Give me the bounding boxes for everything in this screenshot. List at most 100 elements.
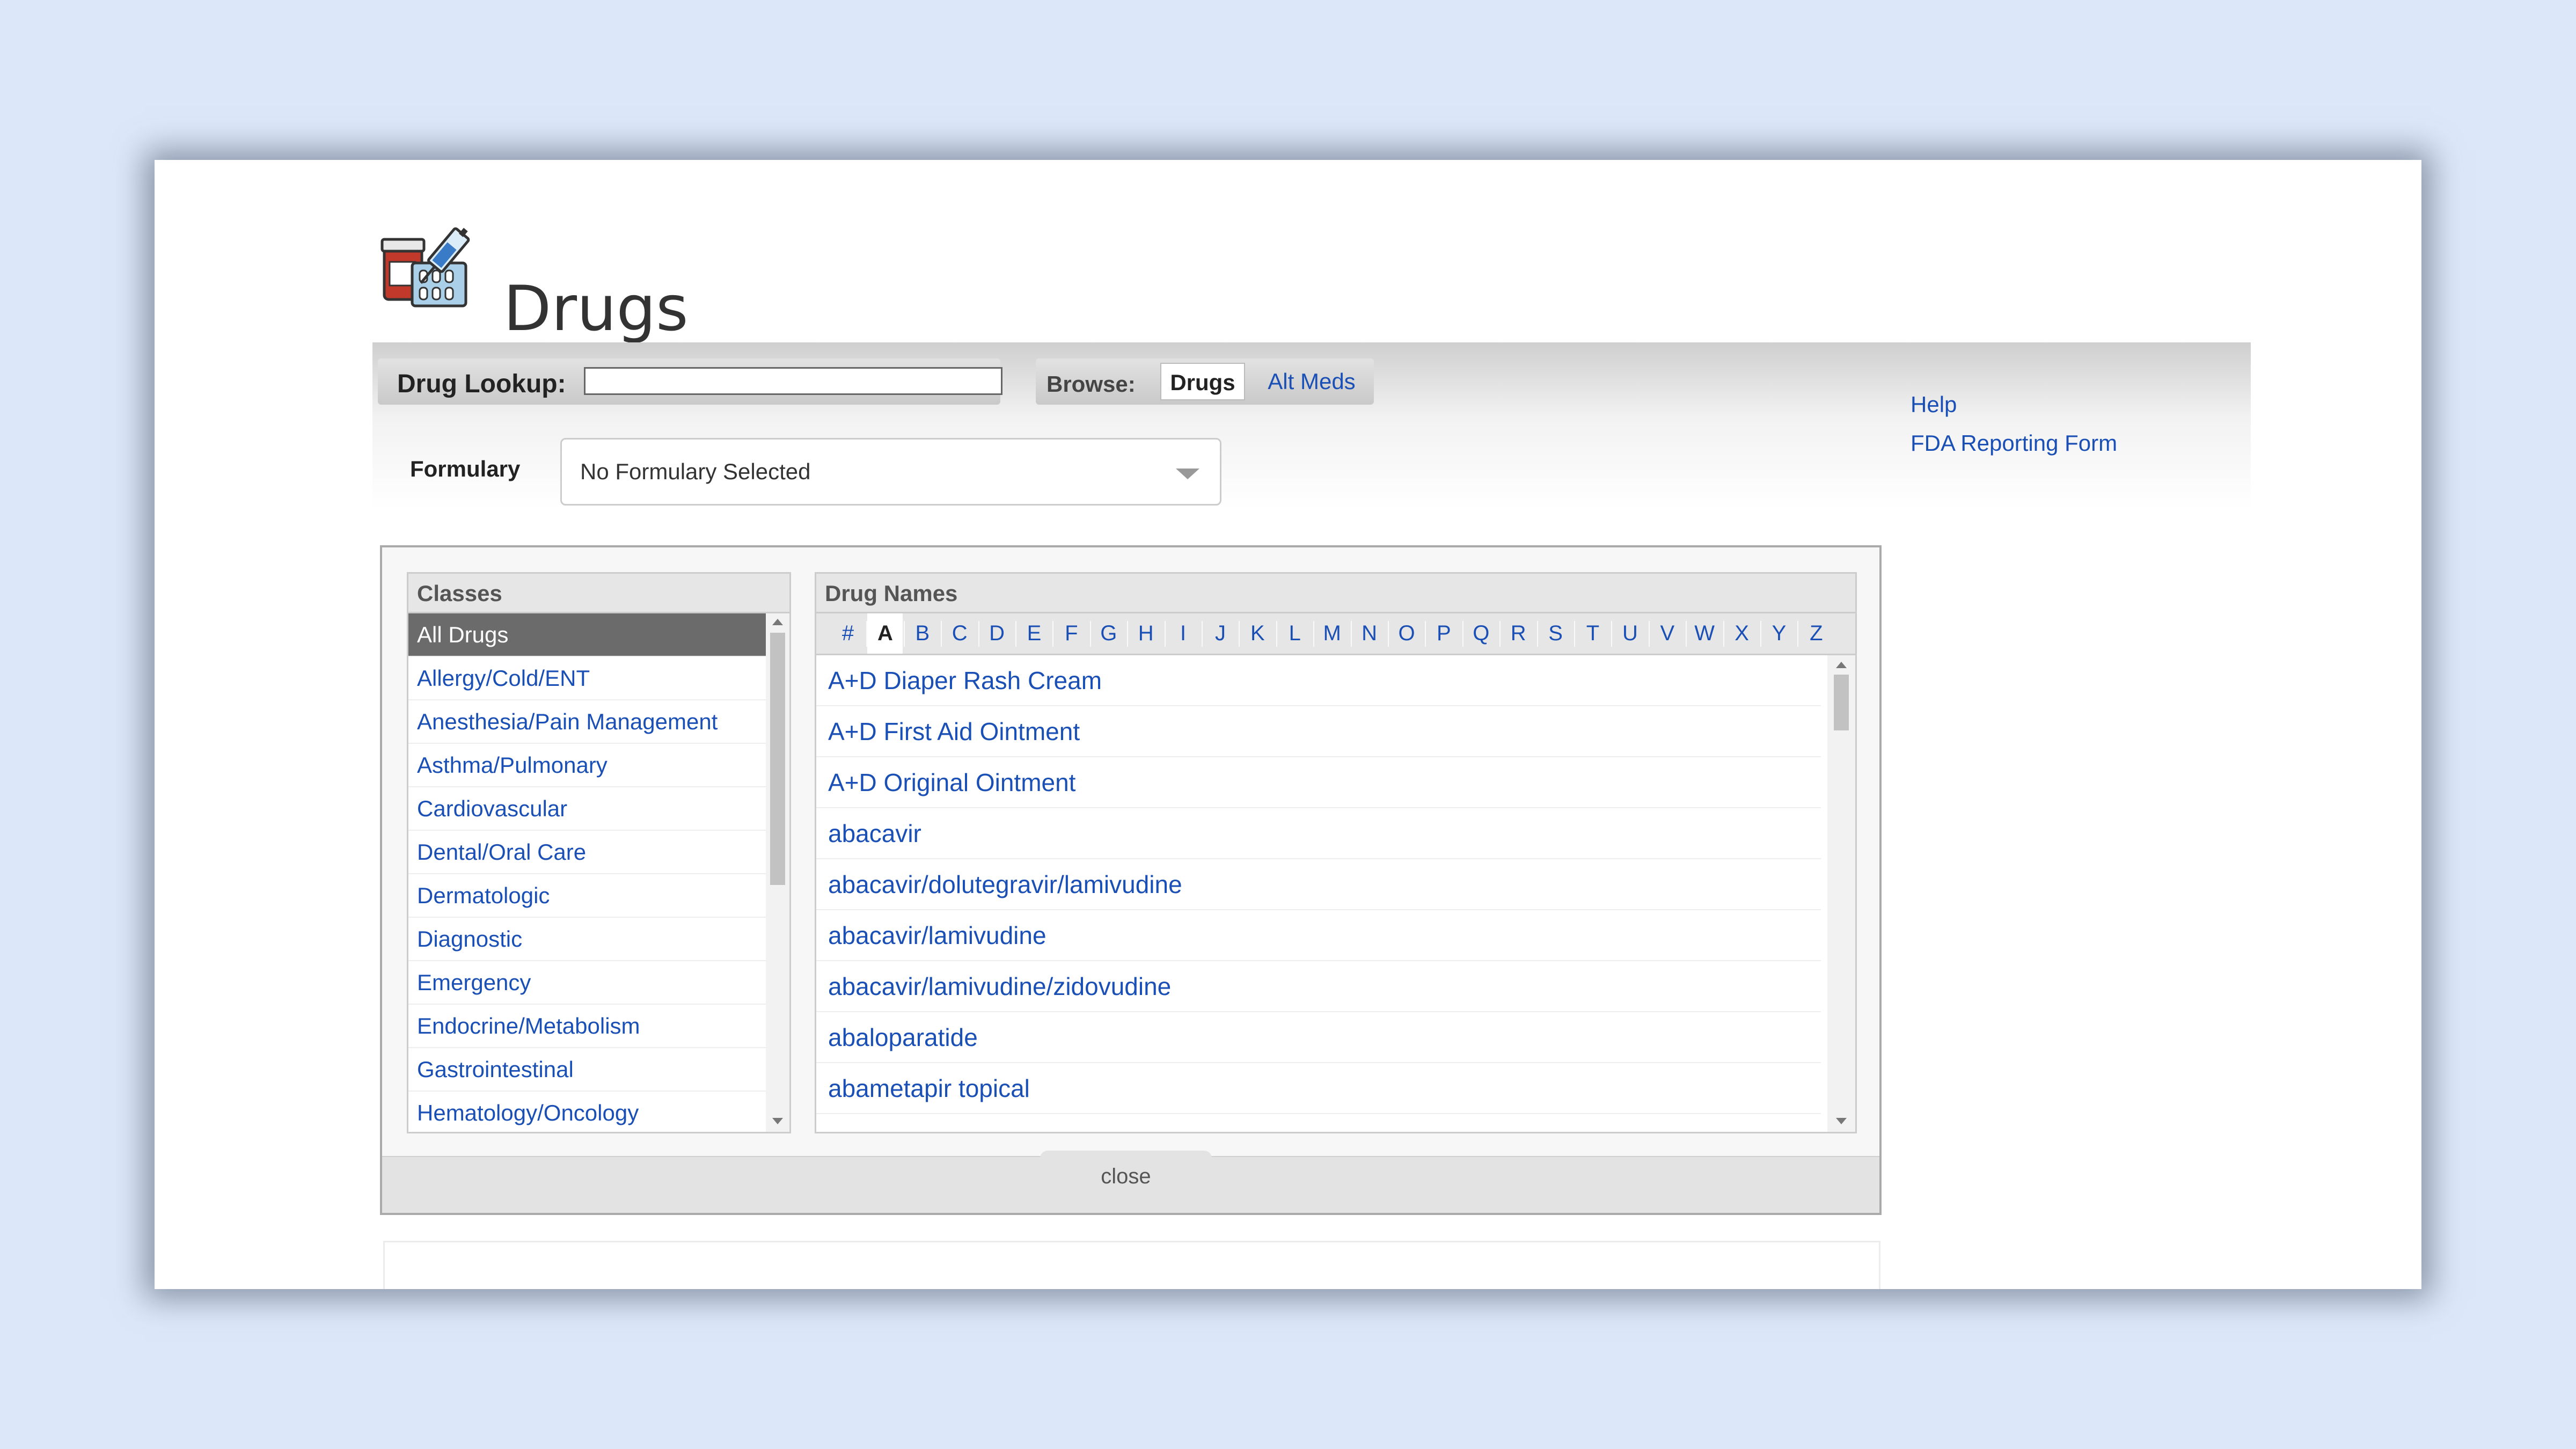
tab-drugs[interactable]: Drugs: [1160, 363, 1245, 400]
letter-separator: [1723, 621, 1724, 647]
letter-filter-j[interactable]: J: [1203, 613, 1238, 654]
letter-separator: [1276, 621, 1277, 647]
letter-filter-n[interactable]: N: [1352, 613, 1387, 654]
letter-filter-z[interactable]: Z: [1798, 613, 1834, 654]
letter-separator: [1797, 621, 1799, 647]
class-item-cardiovascular[interactable]: Cardiovascular: [408, 787, 768, 831]
classes-header: Classes: [408, 574, 789, 613]
letter-separator: [1462, 621, 1463, 647]
letter-filter-i[interactable]: I: [1166, 613, 1201, 654]
letter-filter-w[interactable]: W: [1687, 613, 1722, 654]
scroll-down-icon[interactable]: [1836, 1118, 1847, 1124]
scroll-up-icon[interactable]: [772, 619, 783, 625]
class-item-dermatologic[interactable]: Dermatologic: [408, 874, 768, 918]
close-bar: close: [382, 1151, 1879, 1213]
letter-filter-r[interactable]: R: [1501, 613, 1536, 654]
tab-alt-meds[interactable]: Alt Meds: [1258, 363, 1365, 400]
letter-separator: [1425, 621, 1426, 647]
letter-filter-x[interactable]: X: [1724, 613, 1760, 654]
class-item-endocrine-metabolism[interactable]: Endocrine/Metabolism: [408, 1005, 768, 1048]
letter-separator: [1052, 621, 1054, 647]
letter-filter-d[interactable]: D: [979, 613, 1015, 654]
letter-filter-g[interactable]: G: [1091, 613, 1126, 654]
help-link[interactable]: Help: [1911, 392, 2117, 418]
class-item-all-drugs[interactable]: All Drugs: [408, 613, 768, 657]
drug-names-panel: Drug Names # A B C D E F G H I J K L M N O P Q R S T U V W X Y Z A…: [815, 572, 1857, 1133]
drug-lookup-box: Drug Lookup:: [378, 358, 1002, 405]
classes-scrollbar[interactable]: [766, 613, 789, 1132]
letter-filter-t[interactable]: T: [1575, 613, 1611, 654]
letter-filter-hash[interactable]: #: [830, 613, 866, 654]
letter-filter-h[interactable]: H: [1128, 613, 1163, 654]
class-item-emergency[interactable]: Emergency: [408, 961, 768, 1005]
drug-names-list: A+D Diaper Rash Cream A+D First Aid Oint…: [816, 655, 1821, 1114]
class-item-diagnostic[interactable]: Diagnostic: [408, 918, 768, 961]
letter-filter-u[interactable]: U: [1612, 613, 1648, 654]
close-button[interactable]: close: [1040, 1151, 1212, 1197]
letter-separator: [1499, 621, 1501, 647]
drug-name-item[interactable]: A+D Diaper Rash Cream: [816, 655, 1821, 706]
drug-name-item[interactable]: abacavir/lamivudine: [816, 910, 1821, 961]
drug-name-item[interactable]: abaloparatide: [816, 1012, 1821, 1063]
letter-filter-f[interactable]: F: [1053, 613, 1089, 654]
letter-filter-m[interactable]: M: [1314, 613, 1350, 654]
drug-name-item[interactable]: abacavir: [816, 808, 1821, 859]
letter-filter-b[interactable]: B: [905, 613, 940, 654]
drug-pills-syringe-icon: [380, 227, 470, 308]
letter-separator: [1089, 621, 1091, 647]
letter-separator: [1164, 621, 1166, 647]
letter-filter-s[interactable]: S: [1538, 613, 1574, 654]
class-item-anesthesia-pain[interactable]: Anesthesia/Pain Management: [408, 700, 768, 744]
letter-filter-q[interactable]: Q: [1463, 613, 1499, 654]
app-window: Drugs Drug Lookup: Browse: Drugs Alt Med…: [155, 160, 2421, 1289]
fda-reporting-form-link[interactable]: FDA Reporting Form: [1911, 430, 2117, 456]
letter-separator: [1313, 621, 1315, 647]
class-item-asthma-pulmonary[interactable]: Asthma/Pulmonary: [408, 744, 768, 787]
classes-scroll-thumb[interactable]: [770, 633, 785, 885]
close-label: close: [1101, 1165, 1151, 1188]
letter-separator: [1127, 621, 1129, 647]
class-item-dental-oral-care[interactable]: Dental/Oral Care: [408, 831, 768, 874]
letter-filter-a[interactable]: A: [867, 613, 903, 654]
content-card: [383, 1241, 1880, 1289]
drug-name-item[interactable]: abacavir/dolutegravir/lamivudine: [816, 859, 1821, 910]
class-list: All Drugs Allergy/Cold/ENT Anesthesia/Pa…: [408, 613, 768, 1132]
letter-filter-k[interactable]: K: [1240, 613, 1275, 654]
scroll-down-icon[interactable]: [772, 1118, 783, 1124]
side-links: Help FDA Reporting Form: [1911, 392, 2117, 469]
letter-separator: [1239, 621, 1240, 647]
letter-separator: [1015, 621, 1016, 647]
formulary-label: Formulary: [410, 456, 521, 481]
letter-filter-o[interactable]: O: [1389, 613, 1424, 654]
drug-name-item[interactable]: abacavir/lamivudine/zidovudine: [816, 961, 1821, 1012]
letter-filter-c[interactable]: C: [942, 613, 977, 654]
browse-label: Browse:: [1046, 371, 1136, 397]
letter-separator: [1611, 621, 1613, 647]
letter-filter-l[interactable]: L: [1277, 613, 1313, 654]
letter-filter-p[interactable]: P: [1426, 613, 1461, 654]
chevron-down-icon: [1176, 469, 1199, 479]
letter-separator: [903, 621, 905, 647]
drug-names-scroll-thumb[interactable]: [1834, 675, 1849, 730]
drug-names-scrollbar[interactable]: [1827, 655, 1855, 1132]
letter-separator: [978, 621, 979, 647]
drug-name-item[interactable]: A+D First Aid Ointment: [816, 706, 1821, 757]
letter-filter-v[interactable]: V: [1650, 613, 1685, 654]
classes-panel: Classes All Drugs Allergy/Cold/ENT Anest…: [407, 572, 791, 1133]
drug-lookup-input[interactable]: [584, 367, 1002, 395]
letter-separator: [1202, 621, 1203, 647]
letter-filter-e[interactable]: E: [1016, 613, 1052, 654]
letter-separator: [1648, 621, 1650, 647]
class-item-gastrointestinal[interactable]: Gastrointestinal: [408, 1048, 768, 1092]
drug-browser-panel: Classes All Drugs Allergy/Cold/ENT Anest…: [380, 545, 1882, 1215]
class-item-allergy-cold-ent[interactable]: Allergy/Cold/ENT: [408, 657, 768, 700]
scroll-up-icon[interactable]: [1836, 662, 1847, 668]
letter-separator: [1686, 621, 1687, 647]
letter-separator: [866, 621, 868, 647]
formulary-select[interactable]: No Formulary Selected: [560, 438, 1221, 506]
letter-filter-y[interactable]: Y: [1761, 613, 1797, 654]
class-item-hematology-oncology[interactable]: Hematology/Oncology: [408, 1092, 768, 1132]
drug-names-header: Drug Names: [816, 574, 1855, 613]
drug-name-item[interactable]: abametapir topical: [816, 1063, 1821, 1114]
drug-name-item[interactable]: A+D Original Ointment: [816, 757, 1821, 808]
